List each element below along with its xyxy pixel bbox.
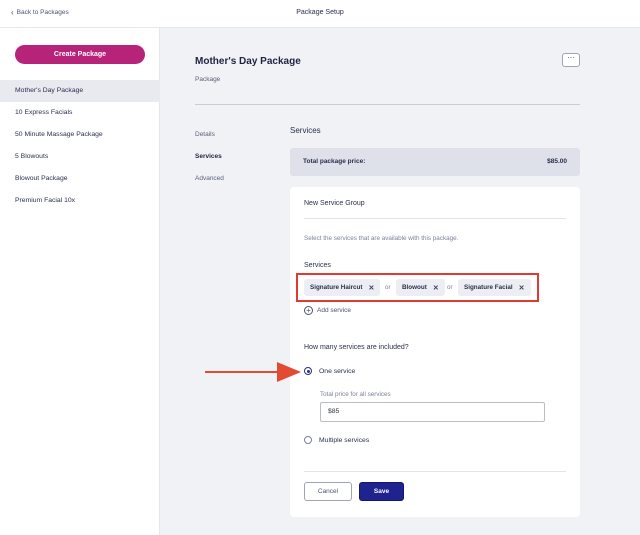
- services-heading: Services: [290, 126, 321, 135]
- radio-checked-icon[interactable]: [304, 367, 312, 375]
- tab-details[interactable]: Details: [195, 131, 224, 153]
- header-divider: [195, 104, 580, 105]
- more-options-button[interactable]: ···: [562, 53, 580, 67]
- footer-divider: [304, 471, 566, 472]
- service-count-question: How many services are included?: [304, 344, 409, 351]
- package-title: Mother's Day Package: [195, 56, 301, 67]
- package-subtitle: Package: [195, 76, 221, 83]
- add-service-button[interactable]: + Add service: [304, 306, 351, 315]
- chip-label: Blowout: [402, 284, 427, 291]
- tab-advanced[interactable]: Advanced: [195, 175, 224, 197]
- service-chip-signature-haircut: Signature Haircut ✕: [304, 279, 381, 296]
- add-service-label: Add service: [317, 307, 351, 314]
- sidebar-item-premium-facial-10x[interactable]: Premium Facial 10x: [0, 190, 160, 212]
- sidebar-item-mothers-day-package[interactable]: Mother's Day Package: [0, 80, 160, 102]
- tab-services[interactable]: Services: [195, 153, 224, 175]
- remove-icon[interactable]: ✕: [519, 284, 525, 292]
- remove-icon[interactable]: ✕: [368, 284, 374, 292]
- chip-label: Signature Facial: [464, 284, 513, 291]
- total-price-label: Total package price:: [303, 158, 366, 165]
- or-separator: or: [385, 284, 391, 291]
- service-chip-signature-facial: Signature Facial ✕: [458, 279, 531, 296]
- radio-unchecked-icon[interactable]: [304, 436, 312, 444]
- plus-circle-icon: +: [304, 306, 313, 315]
- total-price-value: $85.00: [547, 158, 567, 165]
- sidebar: Create Package Mother's Day Package 10 E…: [0, 28, 160, 535]
- page-title: Package Setup: [296, 9, 344, 16]
- remove-icon[interactable]: ✕: [433, 284, 439, 292]
- package-list: Mother's Day Package 10 Express Facials …: [0, 80, 160, 212]
- radio-one-service[interactable]: One service: [304, 367, 355, 375]
- save-button[interactable]: Save: [359, 482, 404, 501]
- service-group-card: New Service Group Select the services th…: [290, 187, 580, 517]
- card-divider: [304, 218, 566, 219]
- cancel-button[interactable]: Cancel: [304, 482, 352, 501]
- or-separator: or: [447, 284, 453, 291]
- top-bar: ‹ Back to Packages Package Setup: [0, 0, 640, 28]
- service-group-title: New Service Group: [304, 200, 365, 207]
- sidebar-item-5-blowouts[interactable]: 5 Blowouts: [0, 146, 160, 168]
- price-input[interactable]: $85: [320, 402, 545, 422]
- radio-label: One service: [319, 367, 356, 375]
- create-package-button[interactable]: Create Package: [15, 45, 145, 64]
- price-field-label: Total price for all services: [320, 391, 391, 398]
- sidebar-item-50-minute-massage-package[interactable]: 50 Minute Massage Package: [0, 124, 160, 146]
- service-chip-blowout: Blowout ✕: [396, 279, 445, 296]
- services-label: Services: [304, 262, 331, 269]
- help-text: Select the services that are available w…: [304, 235, 459, 242]
- total-price-bar: Total package price: $85.00: [290, 148, 580, 176]
- sidebar-item-blowout-package[interactable]: Blowout Package: [0, 168, 160, 190]
- annotation-arrow-icon: [205, 362, 301, 382]
- radio-multiple-services[interactable]: Multiple services: [304, 436, 369, 444]
- chip-label: Signature Haircut: [310, 284, 363, 291]
- section-nav: Details Services Advanced: [195, 131, 224, 197]
- radio-label: Multiple services: [319, 436, 370, 444]
- main-content: Mother's Day Package Package ··· Details…: [160, 28, 640, 535]
- sidebar-item-10-express-facials[interactable]: 10 Express Facials: [0, 102, 160, 124]
